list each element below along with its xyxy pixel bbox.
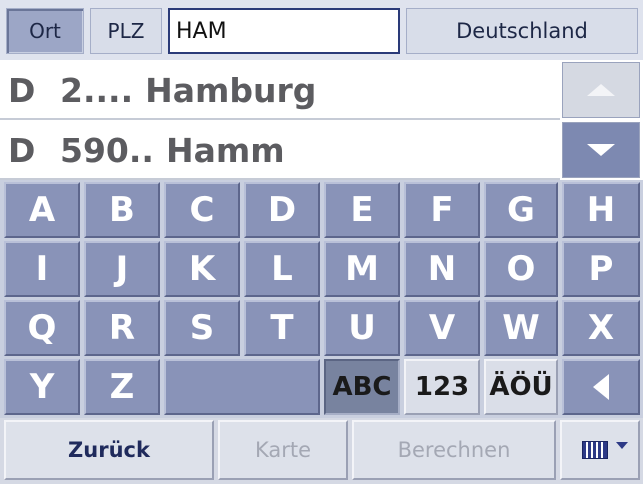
country-button[interactable]: Deutschland: [406, 8, 638, 54]
key-w[interactable]: W: [484, 300, 558, 356]
triangle-down-icon: [587, 144, 615, 156]
key-k[interactable]: K: [164, 241, 240, 297]
key-b[interactable]: B: [84, 182, 160, 238]
mode-umlaut-key[interactable]: ÄÖÜ: [484, 359, 558, 415]
keyboard-switch-button[interactable]: [560, 420, 640, 480]
map-button[interactable]: Karte: [218, 420, 348, 480]
address-entry-screen: Ort PLZ Deutschland D 2.... Hamburg D 59…: [0, 0, 643, 484]
key-z[interactable]: Z: [84, 359, 160, 415]
key-c[interactable]: C: [164, 182, 240, 238]
result-country: D: [8, 130, 36, 170]
key-s[interactable]: S: [164, 300, 240, 356]
mode-abc-key[interactable]: ABC: [324, 359, 400, 415]
key-d[interactable]: D: [244, 182, 320, 238]
key-u[interactable]: U: [324, 300, 400, 356]
mode-123-key[interactable]: 123: [404, 359, 480, 415]
bottom-bar: Zurück Karte Berechnen: [0, 418, 643, 484]
result-row[interactable]: D 590.. Hamm: [0, 122, 560, 180]
scroll-down-button[interactable]: [562, 122, 640, 178]
calculate-button[interactable]: Berechnen: [352, 420, 556, 480]
result-city: Hamburg: [145, 70, 317, 110]
caret-down-icon: [616, 442, 628, 449]
key-y[interactable]: Y: [4, 359, 80, 415]
on-screen-keyboard: A B C D E F G H I J K L M N O P Q R S T …: [0, 180, 643, 418]
key-r[interactable]: R: [84, 300, 160, 356]
key-e[interactable]: E: [324, 182, 400, 238]
search-input[interactable]: [168, 8, 400, 54]
top-bar: Ort PLZ Deutschland: [0, 0, 643, 60]
key-p[interactable]: P: [562, 241, 640, 297]
tab-plz[interactable]: PLZ: [90, 8, 162, 54]
scroll-up-button[interactable]: [562, 62, 640, 118]
key-h[interactable]: H: [562, 182, 640, 238]
backspace-key[interactable]: [562, 359, 640, 415]
key-q[interactable]: Q: [4, 300, 80, 356]
triangle-up-icon: [587, 84, 615, 96]
space-key[interactable]: [164, 359, 320, 415]
keyboard-icon: [582, 441, 608, 459]
back-button[interactable]: Zurück: [4, 420, 214, 480]
key-l[interactable]: L: [244, 241, 320, 297]
result-plz: 2....: [60, 70, 134, 110]
result-country: D: [8, 70, 36, 110]
result-city: Hamm: [165, 130, 285, 170]
key-v[interactable]: V: [404, 300, 480, 356]
key-f[interactable]: F: [404, 182, 480, 238]
result-row[interactable]: D 2.... Hamburg: [0, 62, 560, 120]
tab-ort[interactable]: Ort: [6, 8, 84, 54]
key-g[interactable]: G: [484, 182, 558, 238]
key-i[interactable]: I: [4, 241, 80, 297]
key-o[interactable]: O: [484, 241, 558, 297]
key-t[interactable]: T: [244, 300, 320, 356]
key-j[interactable]: J: [84, 241, 160, 297]
key-a[interactable]: A: [4, 182, 80, 238]
key-x[interactable]: X: [562, 300, 640, 356]
triangle-left-icon: [593, 374, 609, 400]
key-m[interactable]: M: [324, 241, 400, 297]
key-n[interactable]: N: [404, 241, 480, 297]
result-plz: 590..: [60, 130, 154, 170]
